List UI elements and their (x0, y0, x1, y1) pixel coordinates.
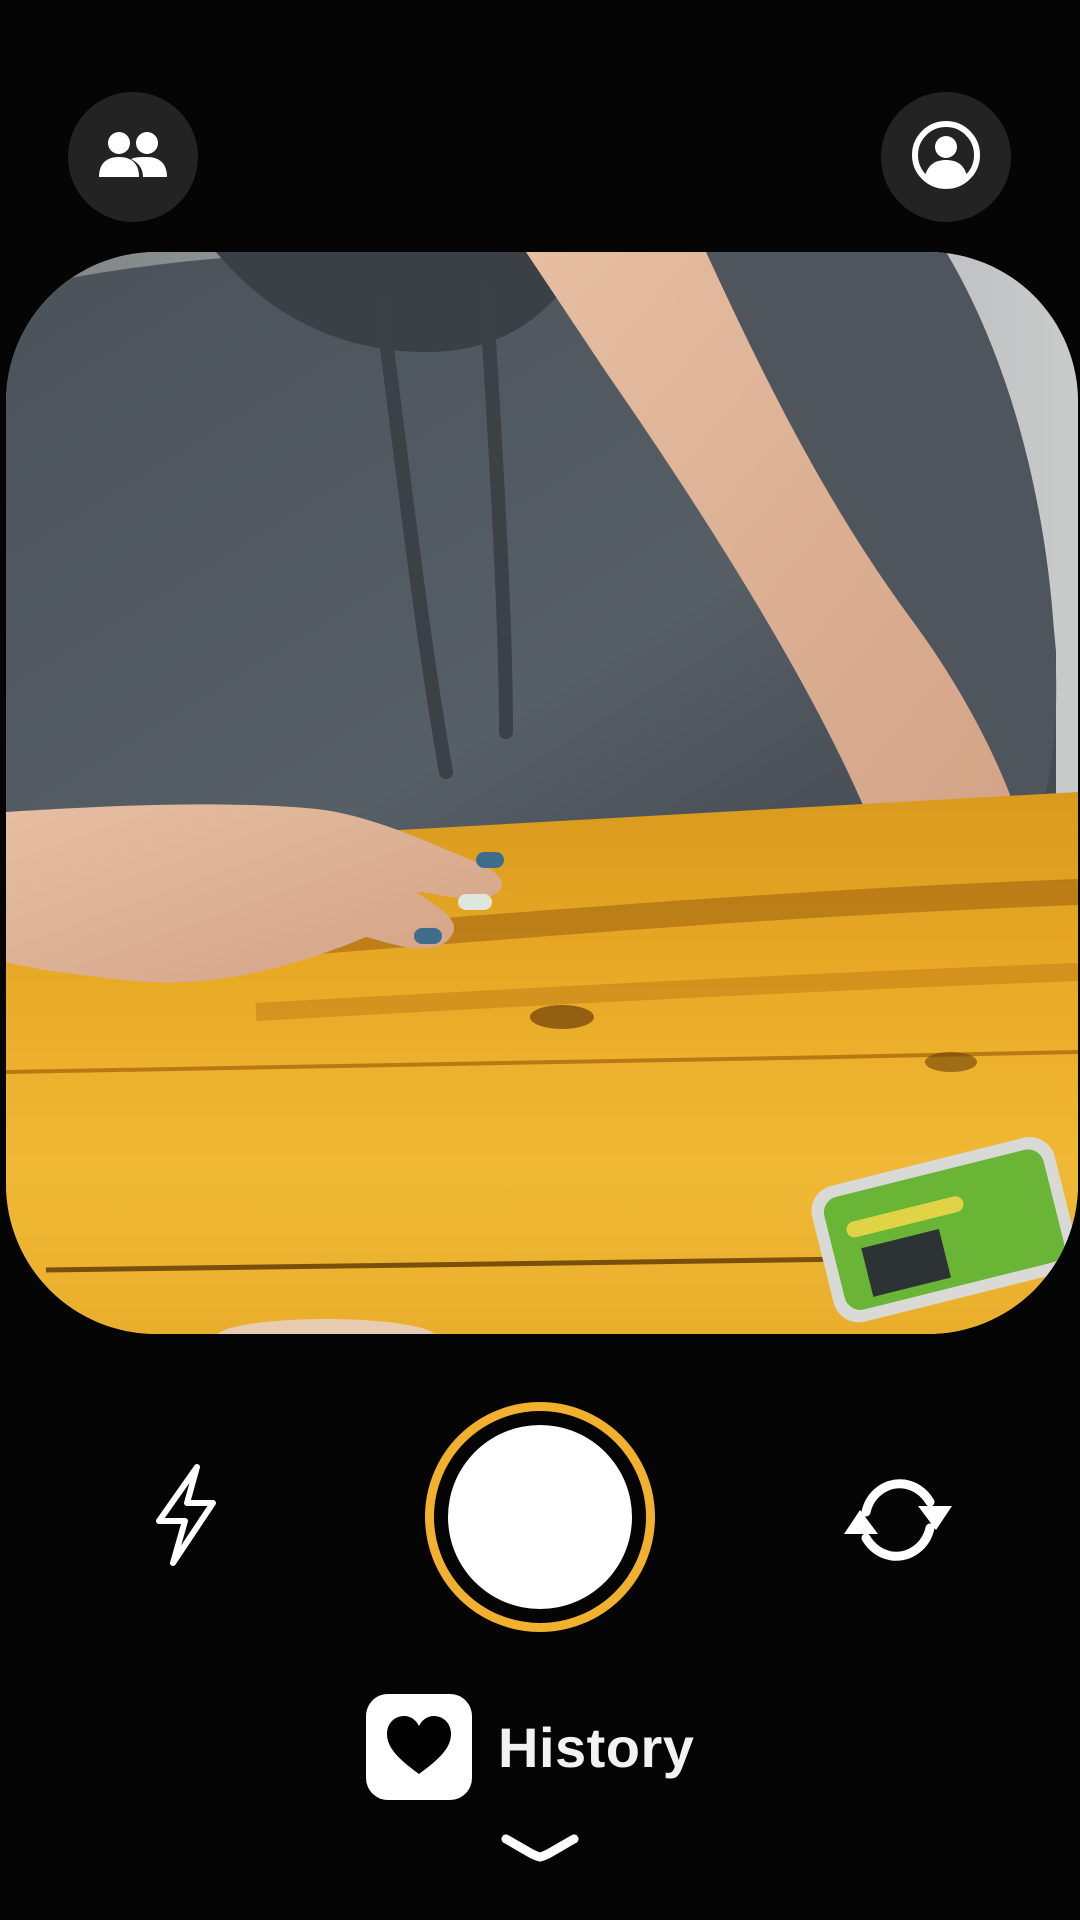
heart-icon (383, 1712, 455, 1783)
capture-controls (0, 1380, 1080, 1660)
history-badge (366, 1694, 472, 1800)
expand-history-button[interactable] (500, 1830, 580, 1870)
history-button[interactable]: History (366, 1692, 694, 1802)
camera-viewfinder[interactable] (6, 252, 1078, 1334)
profile-icon (910, 119, 982, 196)
flash-button[interactable] (130, 1462, 240, 1572)
chevron-down-icon (500, 1833, 580, 1868)
flip-camera-button[interactable] (838, 1462, 958, 1582)
flip-camera-icon (840, 1472, 956, 1573)
flash-icon (149, 1463, 221, 1572)
history-label: History (498, 1715, 695, 1779)
camera-screen: History (0, 0, 1080, 1920)
shutter-button[interactable] (425, 1402, 655, 1632)
friends-button[interactable] (68, 92, 198, 222)
profile-button[interactable] (881, 92, 1011, 222)
shutter-button-core (448, 1425, 632, 1609)
camera-preview-image (6, 252, 1078, 1334)
friends-icon (97, 129, 169, 186)
